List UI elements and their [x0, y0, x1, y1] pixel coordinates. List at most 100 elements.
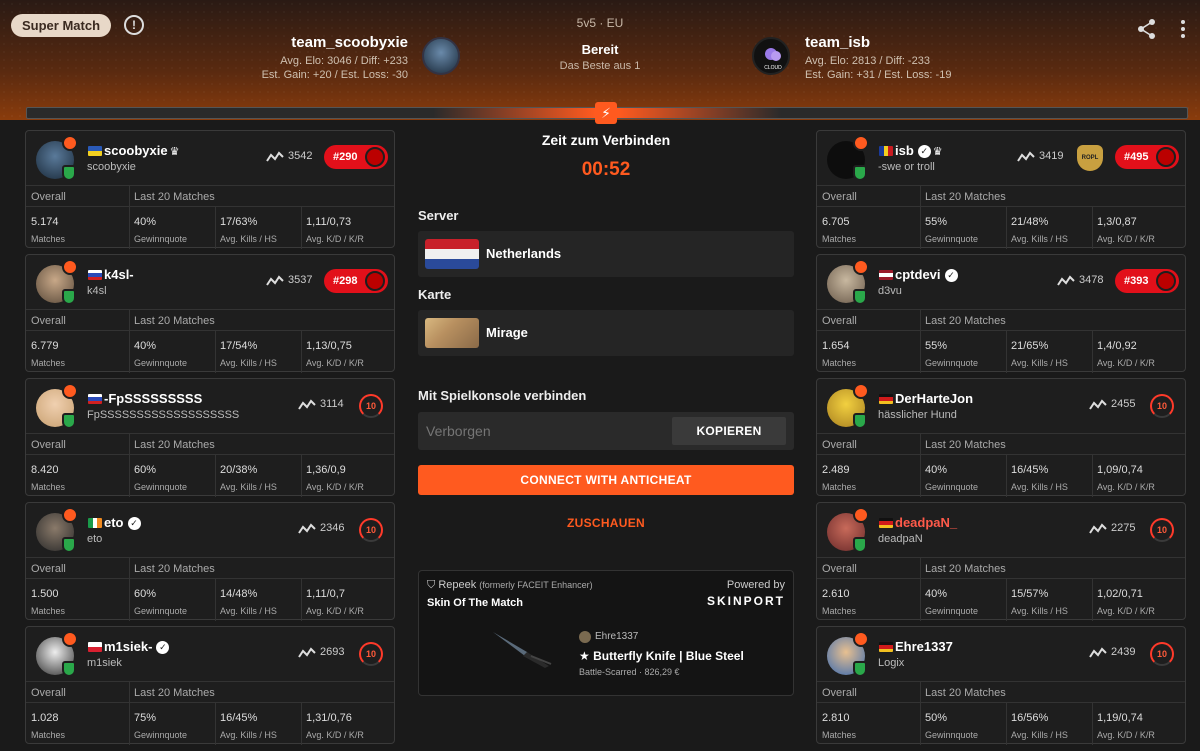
team-left-name[interactable]: team_scoobyxie [262, 34, 408, 51]
skin-of-the-match-card[interactable]: ⛉ Repeek (formerly FACEIT Enhancer) Skin… [418, 570, 794, 696]
server-box: Netherlands [418, 231, 794, 277]
elo-rank-pill[interactable]: #290 [324, 145, 388, 169]
player-card[interactable]: k4sl-k4sl 3537 #298 Overall Last 20 Matches 6… [25, 254, 395, 373]
player-name-text: DerHarteJon [895, 391, 974, 406]
stats-separator [129, 558, 130, 578]
skin-owner: Ehre1337 [595, 631, 639, 642]
elo-rank-pill[interactable]: #393 [1115, 269, 1179, 293]
stats-overall-label: Overall [31, 439, 66, 451]
stat-matches-value: 2.489 [822, 464, 850, 476]
player-card[interactable]: m1siek- ✓ m1siek 2693 10 Overall Last 20 Match… [25, 626, 395, 745]
stat-matches: 2.489 Matches [817, 455, 920, 497]
stats-overall-label: Overall [31, 191, 66, 203]
stats-last20-label: Last 20 Matches [925, 439, 1006, 451]
stats-separator [1092, 455, 1093, 497]
stat-matches: 5.174 Matches [26, 207, 129, 249]
stats-separator [129, 207, 130, 249]
elo-trend-icon [266, 151, 284, 162]
player-card[interactable]: DerHarteJon hässlicher Hund 2455 10 Overall L… [816, 378, 1186, 497]
stats-separator [1006, 703, 1007, 745]
player-name[interactable]: deadpaN_ [895, 515, 957, 530]
russia-flag-icon [88, 394, 102, 404]
stat-matches-label: Matches [31, 482, 66, 492]
elo-rank-pill[interactable]: #298 [324, 269, 388, 293]
stat-kills-hs: 17/63% Avg. Kills / HS [215, 207, 301, 249]
player-card[interactable]: -FpSSSSSSSSS FpSSSSSSSSSSSSSSSSSSS 3114 10 O… [25, 378, 395, 497]
stat-kills-hs-label: Avg. Kills / HS [1011, 730, 1068, 740]
watch-button[interactable]: ZUSCHAUEN [418, 516, 794, 530]
player-name[interactable]: -FpSSSSSSSSS [104, 391, 202, 406]
player-name[interactable]: m1siek- ✓ [104, 639, 170, 654]
stat-kills-hs-value: 15/57% [1011, 588, 1049, 600]
player-elo: 3542 [288, 150, 313, 162]
skin-wear-price: Battle-Scarred · 826,29 € [579, 667, 680, 677]
super-match-badge[interactable]: Super Match [11, 14, 112, 37]
anticheat-shield-icon [853, 289, 867, 305]
skinport-logo[interactable]: SKINPORT [707, 594, 785, 608]
stat-winrate-label: Gewinnquote [134, 234, 188, 244]
more-options-icon[interactable] [1178, 18, 1188, 40]
stat-kd-kr: 1,3/0,87 Avg. K/D / K/R [1092, 207, 1185, 249]
stat-kd-kr-label: Avg. K/D / K/R [306, 730, 364, 740]
player-name[interactable]: cptdevi ✓ [895, 267, 958, 282]
stats-separator [1092, 579, 1093, 621]
player-nickname: Logix [878, 657, 905, 669]
stat-kd-kr-value: 1,4/0,92 [1097, 340, 1137, 352]
copy-button[interactable]: KOPIEREN [672, 417, 786, 445]
stat-matches-value: 1.654 [822, 340, 850, 352]
verified-icon: ✓ [127, 517, 141, 530]
info-icon[interactable]: ! [124, 15, 144, 35]
stats-header: Overall Last 20 Matches [817, 433, 1185, 455]
stat-kills-hs-value: 14/48% [220, 588, 258, 600]
share-icon[interactable] [1136, 18, 1158, 40]
elo-rank-pill[interactable]: #495 [1115, 145, 1179, 169]
team-left-avatar[interactable] [422, 37, 460, 75]
crown-icon: ♛ [169, 146, 180, 158]
player-card[interactable]: eto ✓ eto 2346 10 Overall Last 20 Matches 1.500… [25, 502, 395, 621]
player-card[interactable]: isb ✓ ♛ -swe or troll 3419 ROPL #495 Overall Las… [816, 130, 1186, 249]
stat-kills-hs-value: 16/45% [220, 712, 258, 724]
stats-separator [1006, 331, 1007, 373]
player-name[interactable]: scoobyxie ♛ [104, 143, 179, 158]
powered-by: Powered by [726, 579, 785, 591]
team-right-avatar[interactable]: CLOUD [752, 37, 790, 75]
stats-separator [301, 703, 302, 745]
player-stats: Overall Last 20 Matches 1.028 Matches 75% Gew… [26, 681, 394, 745]
stat-kd-kr-label: Avg. K/D / K/R [1097, 358, 1155, 368]
anticheat-shield-icon [62, 289, 76, 305]
stats-separator [920, 310, 921, 330]
player-card[interactable]: Ehre1337 Logix 2439 10 Overall Last 20 Matche… [816, 626, 1186, 745]
team-left-gain: Est. Gain: +20 / Est. Loss: -30 [261, 69, 408, 81]
germany-flag-icon [879, 642, 893, 652]
player-stats: Overall Last 20 Matches 6.779 Matches 40% Gew… [26, 309, 394, 373]
player-name[interactable]: eto ✓ [104, 515, 141, 530]
stat-matches-value: 6.779 [31, 340, 59, 352]
skin-name: ★ Butterfly Knife | Blue Steel [579, 649, 744, 663]
console-command-input[interactable] [426, 420, 666, 442]
stat-kd-kr-value: 1,02/0,71 [1097, 588, 1143, 600]
player-card[interactable]: scoobyxie ♛ scoobyxie 3542 #290 Overall Last 2… [25, 130, 395, 249]
stats-separator [215, 703, 216, 745]
player-name[interactable]: Ehre1337 [895, 639, 953, 654]
team-right-name[interactable]: team_isb [805, 34, 951, 51]
party-badge-icon [62, 259, 78, 275]
player-nickname: d3vu [878, 285, 902, 297]
ireland-flag-icon [88, 518, 102, 528]
connect-anticheat-button[interactable]: CONNECT WITH ANTICHEAT [418, 465, 794, 495]
player-stats: Overall Last 20 Matches 1.500 Matches 60% Gew… [26, 557, 394, 621]
player-name[interactable]: isb ✓ ♛ [895, 143, 943, 158]
skill-level-icon: 10 [1150, 394, 1174, 418]
player-header: cptdevi ✓ d3vu 3478 #393 [817, 255, 1185, 309]
stat-winrate-value: 40% [925, 588, 948, 600]
stat-winrate-label: Gewinnquote [925, 482, 979, 492]
player-elo: 2455 [1111, 398, 1136, 410]
stat-kills-hs: 16/45% Avg. Kills / HS [1006, 455, 1092, 497]
player-elo: 2439 [1111, 646, 1136, 658]
player-card[interactable]: cptdevi ✓ d3vu 3478 #393 Overall Last 20 Match… [816, 254, 1186, 373]
player-name[interactable]: k4sl- [104, 267, 134, 282]
anticheat-shield-icon [853, 413, 867, 429]
player-card[interactable]: deadpaN_ deadpaN 2275 10 Overall Last 20 Matc… [816, 502, 1186, 621]
team-right-elo: Avg. Elo: 2813 / Diff: -233 [805, 55, 930, 67]
player-name[interactable]: DerHarteJon [895, 391, 973, 406]
challenger-ring-icon [1156, 271, 1176, 291]
